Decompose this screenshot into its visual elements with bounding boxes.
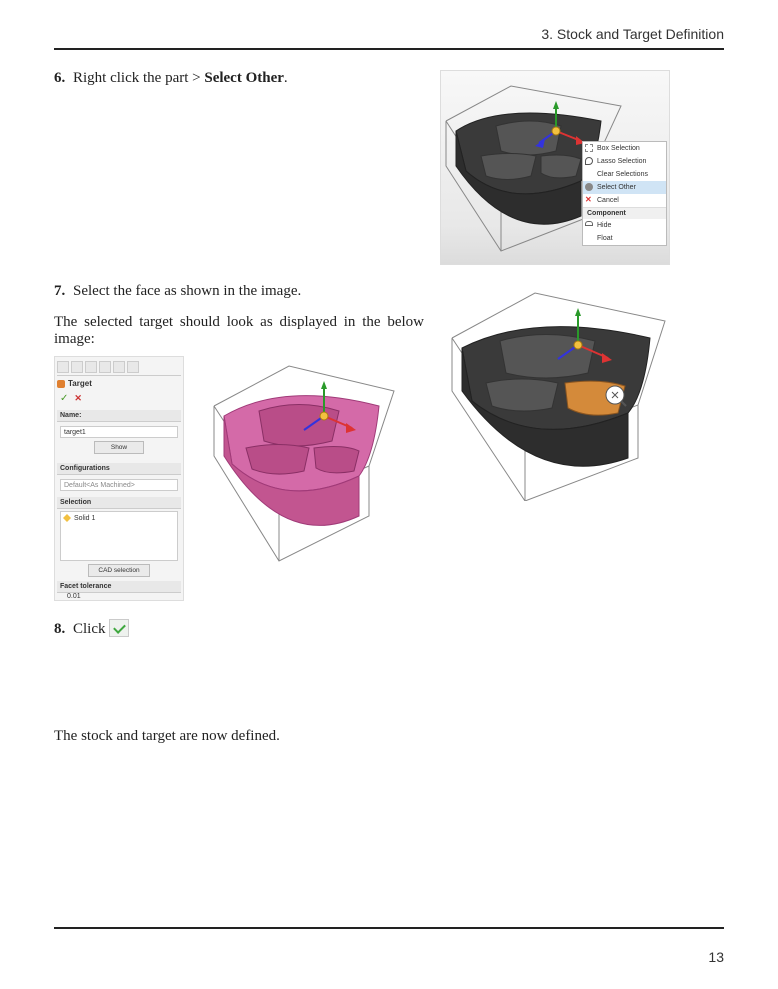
menu-section-component: Component (583, 207, 666, 219)
step-8: 8. Click (54, 619, 724, 638)
facet-value: 0.01 (57, 593, 181, 600)
panel-selection-header: Selection (57, 497, 181, 509)
selection-list[interactable]: Solid 1 (60, 511, 178, 561)
menu-item-float[interactable]: Float (583, 232, 666, 245)
step-8-number: 8. (54, 621, 65, 637)
page-number: 13 (708, 949, 724, 965)
cancel-icon: ✕ (585, 196, 593, 204)
ok-icon[interactable]: ✓ (60, 393, 68, 404)
step-7-followup: The selected target should look as displ… (54, 314, 424, 348)
menu-item-hide[interactable]: Hide (583, 219, 666, 232)
select-other-icon (585, 183, 593, 191)
show-button[interactable]: Show (94, 441, 144, 454)
config-input[interactable]: Default<As Machined> (60, 479, 178, 491)
cad-selection-button[interactable]: CAD selection (88, 564, 150, 577)
solid-icon (63, 514, 71, 522)
box-selection-icon (585, 144, 593, 152)
menu-item-select-other[interactable]: Select Other (583, 181, 666, 194)
panel-toolbar (57, 359, 181, 376)
closing-text: The stock and target are now defined. (54, 728, 724, 745)
step-7: 7. Select the face as shown in the image… (54, 283, 424, 300)
list-item[interactable]: Solid 1 (63, 514, 175, 522)
figure-selected-target (204, 356, 414, 566)
chapter-heading: 3. Stock and Target Definition (54, 26, 724, 48)
target-property-panel: Target ✓ ✕ Name: target1 Show Configurat… (54, 356, 184, 601)
toolbar-icon[interactable] (71, 361, 83, 373)
header-rule (54, 48, 724, 50)
hide-icon (585, 221, 593, 226)
context-menu: Box Selection Lasso Selection Clear Sele… (582, 141, 667, 246)
checkmark-icon (109, 619, 129, 637)
panel-title: Target (57, 376, 181, 391)
step-8-text: Click (73, 621, 106, 637)
figure-face-selection (440, 283, 692, 501)
toolbar-icon[interactable] (99, 361, 111, 373)
step-6-number: 6. (54, 70, 65, 86)
toolbar-icon[interactable] (113, 361, 125, 373)
footer-rule (54, 927, 724, 929)
lasso-icon (585, 157, 593, 165)
panel-name-header: Name: (57, 410, 181, 422)
toolbar-icon[interactable] (85, 361, 97, 373)
step-6-text-c: . (284, 70, 288, 86)
step-6-text-a: Right click the part > (73, 70, 204, 86)
step-6-bold: Select Other (204, 70, 284, 86)
panel-facet-header: Facet tolerance (57, 581, 181, 593)
toolbar-icon[interactable] (127, 361, 139, 373)
panel-config-header: Configurations (57, 463, 181, 475)
menu-item-cancel[interactable]: ✕Cancel (583, 194, 666, 207)
step-6: 6. Right click the part > Select Other. (54, 70, 424, 87)
name-input[interactable]: target1 (60, 426, 178, 438)
step-7-number: 7. (54, 283, 65, 299)
menu-item-lasso-selection[interactable]: Lasso Selection (583, 155, 666, 168)
figure-right-click-menu: Box Selection Lasso Selection Clear Sele… (440, 70, 670, 265)
toolbar-icon[interactable] (57, 361, 69, 373)
target-icon (57, 380, 65, 388)
cancel-icon[interactable]: ✕ (74, 393, 82, 403)
menu-item-clear-selections[interactable]: Clear Selections (583, 168, 666, 181)
step-7-text: Select the face as shown in the image. (73, 283, 301, 299)
menu-item-box-selection[interactable]: Box Selection (583, 142, 666, 155)
